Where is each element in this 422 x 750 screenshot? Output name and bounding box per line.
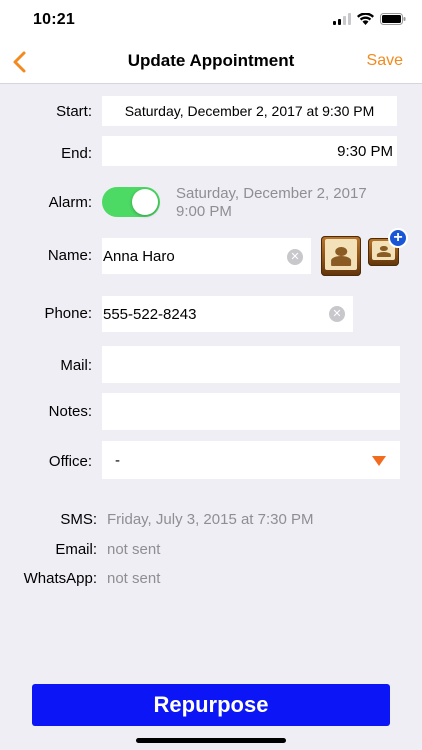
end-label: End: bbox=[61, 145, 92, 162]
contacts-picker-button[interactable] bbox=[321, 236, 361, 276]
mail-input[interactable] bbox=[102, 346, 400, 383]
end-time-value: 9:30 PM bbox=[337, 142, 393, 160]
wifi-icon bbox=[357, 13, 374, 25]
phone-label: Phone: bbox=[44, 305, 92, 322]
address-book-icon bbox=[325, 239, 357, 270]
clear-icon: ✕ bbox=[290, 251, 300, 263]
whatsapp-value: not sent bbox=[107, 570, 161, 587]
name-input[interactable]: Anna Haro bbox=[102, 238, 311, 274]
status-time: 10:21 bbox=[33, 11, 75, 28]
email-label: Email: bbox=[55, 541, 97, 558]
name-clear-button[interactable]: ✕ bbox=[287, 249, 303, 265]
name-value: Anna Haro bbox=[103, 247, 175, 265]
mail-label: Mail: bbox=[60, 357, 92, 374]
navigation-bar: Update Appointment Save bbox=[0, 40, 422, 84]
phone-value: 555-522-8243 bbox=[103, 305, 197, 323]
start-label: Start: bbox=[56, 103, 92, 120]
office-label: Office: bbox=[48, 453, 92, 470]
start-date-field[interactable]: Saturday, December 2, 2017 at 9:30 PM bbox=[102, 96, 397, 126]
alarm-toggle[interactable] bbox=[102, 187, 160, 217]
battery-icon bbox=[380, 13, 406, 25]
office-select[interactable]: - bbox=[102, 441, 400, 479]
alarm-date: Saturday, December 2, 2017 9:00 PM bbox=[176, 185, 406, 221]
alarm-toggle-knob bbox=[132, 189, 158, 215]
clear-icon: ✕ bbox=[332, 308, 342, 320]
alarm-time-line: 9:00 PM bbox=[176, 203, 232, 220]
start-date-value: Saturday, December 2, 2017 at 9:30 PM bbox=[124, 103, 375, 119]
page-title: Update Appointment bbox=[127, 51, 295, 70]
name-label: Name: bbox=[47, 247, 92, 264]
repurpose-button[interactable]: Repurpose bbox=[32, 684, 390, 726]
end-time-field[interactable]: 9:30 PM bbox=[102, 136, 397, 166]
home-indicator bbox=[136, 738, 286, 743]
office-value: - bbox=[115, 451, 120, 469]
status-icons bbox=[333, 13, 406, 25]
sms-value: Friday, July 3, 2015 at 7:30 PM bbox=[107, 511, 314, 528]
phone-input[interactable]: 555-522-8243 bbox=[102, 296, 353, 332]
signal-icon bbox=[333, 13, 351, 25]
plus-icon: + bbox=[388, 228, 408, 248]
email-value: not sent bbox=[107, 541, 161, 558]
alarm-date-line: Saturday, December 2, 2017 bbox=[176, 185, 367, 202]
dropdown-arrow-icon bbox=[372, 456, 386, 466]
status-bar: 10:21 bbox=[0, 0, 422, 40]
notes-label: Notes: bbox=[48, 403, 92, 420]
phone-clear-button[interactable]: ✕ bbox=[329, 306, 345, 322]
alarm-label: Alarm: bbox=[48, 194, 92, 211]
save-button[interactable]: Save bbox=[367, 52, 403, 70]
sms-label: SMS: bbox=[60, 511, 97, 528]
whatsapp-label: WhatsApp: bbox=[23, 570, 97, 587]
notes-input[interactable] bbox=[102, 393, 400, 430]
